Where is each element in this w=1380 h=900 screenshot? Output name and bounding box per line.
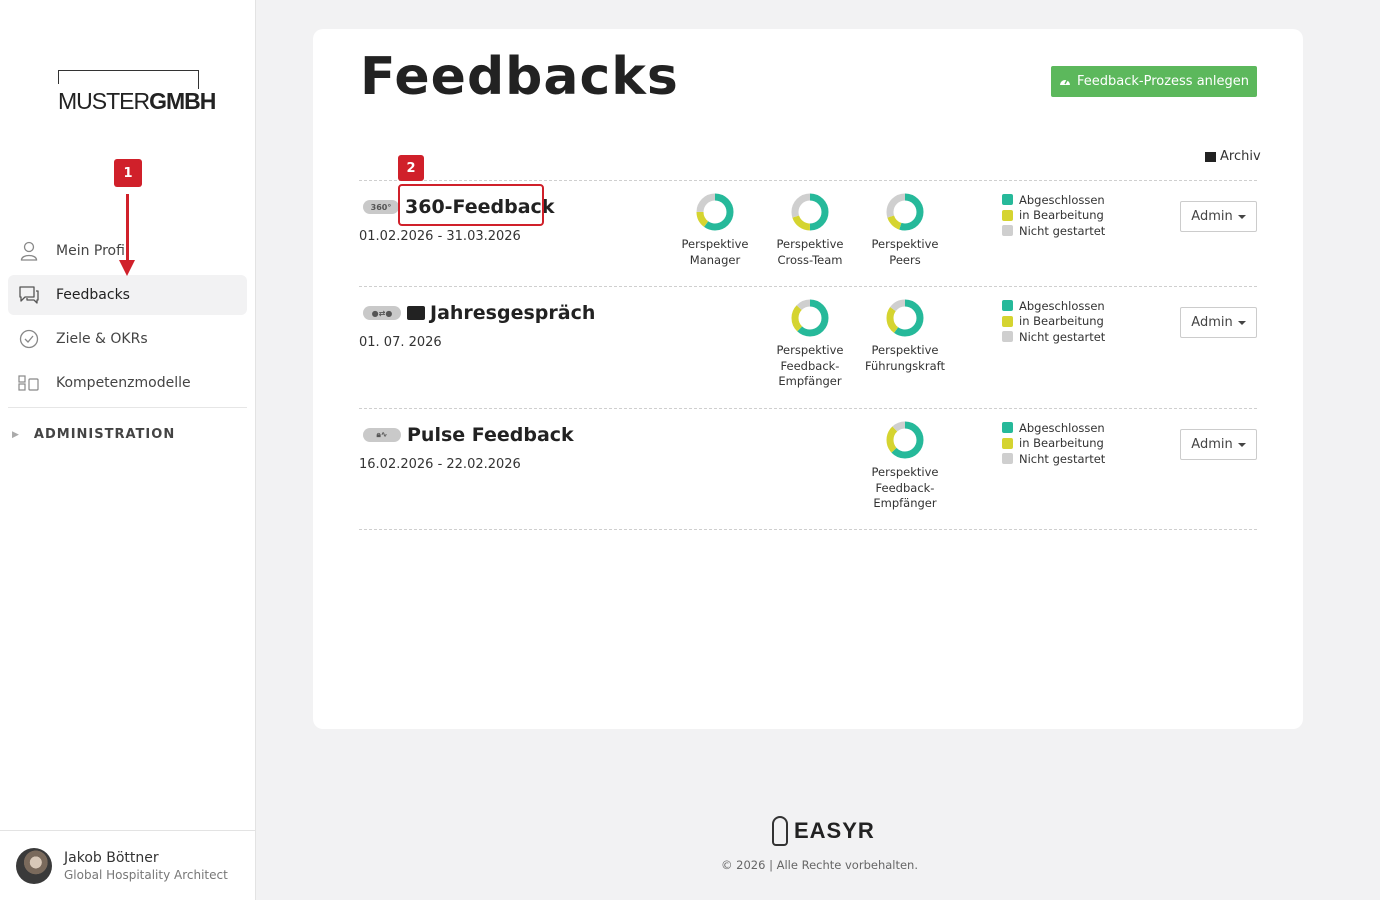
page-title: Feedbacks: [360, 47, 679, 107]
perspective-label: Perspektive Peers: [871, 237, 939, 267]
perspective-label: Perspektive Feedback- Empfänger: [776, 343, 844, 388]
perspective-donut-chart: Perspektive Manager: [670, 191, 760, 268]
main-card: Feedbacks Feedback-Prozess anlegen Archi…: [313, 29, 1303, 729]
caret-down-icon: [1237, 214, 1246, 219]
sidebar-item-label: Kompetenzmodelle: [56, 375, 191, 391]
perspective-label: Perspektive Cross-Team: [776, 237, 844, 267]
process-name: Jahresgespräch: [430, 302, 596, 324]
footer-copyright: © 2026 | Alle Rechte vorbehalten.: [721, 858, 918, 872]
sidebar: MUSTERGMBH Mein Profil Feedbacks Ziele &…: [0, 0, 256, 900]
sidebar-item-label: Mein Profil: [56, 243, 129, 259]
process-date: 01. 07. 2026: [359, 335, 442, 350]
360-badge-icon: 360°: [363, 200, 399, 214]
sidebar-item-label: Feedbacks: [56, 287, 130, 303]
annotation-marker-2: 2: [398, 155, 424, 181]
perspective-label: Perspektive Führungskraft: [865, 343, 945, 373]
sidebar-item-ziele-okrs[interactable]: Ziele & OKRs: [8, 319, 247, 359]
caret-down-icon: [1237, 442, 1246, 447]
perspective-donut-chart: Perspektive Cross-Team: [765, 191, 855, 268]
grid-icon: [18, 372, 40, 394]
dashboard-icon: [1059, 75, 1071, 89]
process-title[interactable]: 🔒︎∿ Pulse Feedback: [363, 424, 574, 446]
user-icon: [18, 240, 40, 262]
annotation-arrow: [126, 194, 129, 264]
list-bottom-divider: [359, 529, 1257, 530]
admin-dropdown-button[interactable]: Admin: [1180, 307, 1257, 338]
annotation-highlight-box: [398, 184, 544, 226]
status-legend: Abgeschlossen in Bearbeitung Nicht gesta…: [1002, 192, 1105, 239]
administration-toggle[interactable]: ▶ ADMINISTRATION: [12, 427, 175, 442]
archive-icon: [1205, 151, 1216, 162]
people-exchange-icon: ●⇄●: [363, 306, 401, 320]
perspective-donut-chart: Perspektive Peers: [860, 191, 950, 268]
perspective-donut-chart: Perspektive Feedback- Empfänger: [860, 419, 950, 512]
nav-divider: [8, 407, 247, 408]
user-name: Jakob Böttner: [64, 849, 159, 866]
process-name: Pulse Feedback: [407, 424, 574, 446]
user-role: Global Hospitality Architect: [64, 867, 228, 882]
perspective-label: Perspektive Feedback- Empfänger: [871, 465, 939, 510]
perspective-label: Perspektive Manager: [681, 237, 749, 267]
avatar: [16, 847, 52, 884]
create-button-label: Feedback-Prozess anlegen: [1076, 74, 1250, 89]
user-profile[interactable]: Jakob Böttner Global Hospitality Archite…: [0, 830, 255, 900]
annotation-arrow-head: [119, 260, 135, 276]
caret-down-icon: [1237, 320, 1246, 325]
process-row-jahresgespraech: ●⇄● Jahresgespräch 01. 07. 2026 Abgeschl…: [359, 286, 1257, 408]
administration-label: ADMINISTRATION: [33, 427, 176, 442]
briefcase-icon: [407, 306, 425, 320]
easyr-logo: EASYR: [772, 816, 875, 846]
sidebar-item-label: Ziele & OKRs: [56, 331, 148, 347]
process-row-pulse-feedback: 🔒︎∿ Pulse Feedback 16.02.2026 - 22.02.20…: [359, 408, 1257, 530]
archive-label: Archiv: [1220, 149, 1261, 164]
process-date: 01.02.2026 - 31.03.2026: [359, 229, 521, 244]
company-logo[interactable]: MUSTERGMBH: [58, 70, 218, 113]
status-legend: Abgeschlossen in Bearbeitung Nicht gesta…: [1002, 298, 1105, 345]
perspective-donut-chart: Perspektive Führungskraft: [860, 297, 950, 374]
sidebar-item-feedbacks[interactable]: Feedbacks: [8, 275, 247, 315]
status-legend: Abgeschlossen in Bearbeitung Nicht gesta…: [1002, 420, 1105, 467]
annotation-marker-1: 1: [114, 159, 142, 187]
create-feedback-process-button[interactable]: Feedback-Prozess anlegen: [1051, 66, 1257, 97]
process-title[interactable]: ●⇄● Jahresgespräch: [363, 302, 595, 324]
chat-icon: [18, 284, 40, 306]
archive-link[interactable]: Archiv: [1205, 149, 1261, 164]
perspective-donut-chart: Perspektive Feedback- Empfänger: [765, 297, 855, 390]
check-circle-icon: [18, 328, 40, 350]
admin-dropdown-button[interactable]: Admin: [1180, 201, 1257, 232]
admin-dropdown-button[interactable]: Admin: [1180, 429, 1257, 460]
easyr-mark-icon: [772, 816, 788, 846]
sidebar-item-kompetenzmodelle[interactable]: Kompetenzmodelle: [8, 363, 247, 403]
lock-pulse-icon: 🔒︎∿: [363, 428, 401, 442]
caret-right-icon: ▶: [12, 429, 20, 440]
process-date: 16.02.2026 - 22.02.2026: [359, 457, 521, 472]
